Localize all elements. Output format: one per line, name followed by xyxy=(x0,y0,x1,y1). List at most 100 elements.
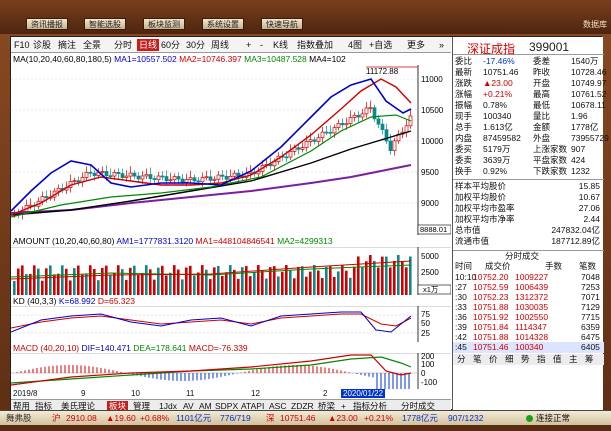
app-window: 资讯播报 智能选股 板块监测 系统设置 快速导航 数据库 F10 诊股 摘注 全… xyxy=(0,0,611,431)
menu-button-sector-monitor[interactable]: 板块监测 xyxy=(143,18,185,30)
candle-body xyxy=(176,176,181,180)
divider xyxy=(453,179,604,180)
menu-button-quick-nav[interactable]: 快速导航 xyxy=(261,18,303,30)
kd-legend-d: D=65.323 xyxy=(97,296,135,306)
toolbar-zoom-out[interactable]: - xyxy=(260,39,263,51)
toolbar-index-overlay[interactable]: 指数叠加 xyxy=(297,39,333,51)
kd-tick-75: 75 xyxy=(421,310,430,319)
volume-bar xyxy=(257,265,260,295)
candle-body xyxy=(40,196,45,202)
quote-value: 10678.11 xyxy=(571,100,606,110)
ma-legend: MA(10,20,40,60,80,180,5) MA1=10557.502 M… xyxy=(13,54,346,65)
candle-body xyxy=(216,174,221,180)
menu-button-news[interactable]: 资讯播报 xyxy=(26,18,68,30)
quote-label: 上涨家数 xyxy=(533,144,568,154)
toolbar-expand[interactable]: » xyxy=(439,39,444,51)
date-axis: 2019/8 9 10 11 12 2 2020/01/22 xyxy=(11,389,451,399)
volume-bar xyxy=(305,276,308,295)
trades-column-header: 笔数 xyxy=(579,261,597,271)
toolbar-weekly[interactable]: 周线 xyxy=(211,39,229,51)
candle-body xyxy=(308,139,313,142)
price-kline-chart[interactable]: 11172.88 11000 10500 10000 9500 9000 888… xyxy=(11,65,451,235)
toolbar-diagnose[interactable]: 诊股 xyxy=(33,39,51,51)
candle-body xyxy=(364,107,369,115)
volume-bar xyxy=(89,265,92,295)
amount-volume-chart[interactable]: 5000 2500 x1万 xyxy=(11,247,451,295)
trades-tab[interactable]: 值 xyxy=(553,354,562,365)
date-label-2: 2 xyxy=(323,389,328,398)
status-ticker-item: +0.68% xyxy=(140,413,170,423)
quote-label: 委差 xyxy=(533,56,551,66)
volume-bar xyxy=(157,267,160,295)
toolbar-60min[interactable]: 60分 xyxy=(161,39,180,51)
volume-bar xyxy=(113,273,116,295)
candle-body xyxy=(192,177,197,182)
toolbar-zoom-in[interactable]: + xyxy=(246,39,251,51)
toolbar-kline[interactable]: K线 xyxy=(273,39,288,51)
volume-bar xyxy=(173,265,176,295)
trades-tab[interactable]: 主 xyxy=(569,354,578,365)
candle-body xyxy=(72,180,77,182)
volume-bar xyxy=(333,276,336,295)
volume-bar xyxy=(65,268,68,295)
price-tick-9000: 9000 xyxy=(421,199,439,208)
toolbar-f10[interactable]: F10 xyxy=(14,39,30,51)
trades-tab[interactable]: 指 xyxy=(537,354,546,365)
trades-tab[interactable]: 势 xyxy=(521,354,530,365)
date-cursor-label: 2020/01/22 xyxy=(341,389,386,398)
macd-indicator-chart[interactable]: 200 100 0 -100 xyxy=(11,353,451,389)
toolbar-4charts[interactable]: 4图 xyxy=(348,39,362,51)
quote-label: 最低 xyxy=(533,100,551,110)
trades-tab[interactable]: 价 xyxy=(489,354,498,365)
candle-body xyxy=(328,131,333,134)
toolbar-add-watchlist[interactable]: +自选 xyxy=(369,39,392,51)
price-last-label: 8888.01 xyxy=(420,225,447,234)
candle-body xyxy=(220,174,225,177)
toolbar-30min[interactable]: 30分 xyxy=(186,39,205,51)
candle-body xyxy=(200,177,205,183)
volume-bar xyxy=(153,279,156,295)
stat-value: 2.44 xyxy=(583,214,600,224)
candle-body xyxy=(104,171,109,176)
volume-bar xyxy=(397,255,400,295)
toolbar-more[interactable]: 更多 xyxy=(407,39,425,51)
status-app-label: 舞弗股 xyxy=(6,413,32,423)
volume-bar xyxy=(217,265,220,295)
quote-value: 10728.46 xyxy=(571,67,607,77)
candle-body xyxy=(108,175,113,177)
candle-body xyxy=(56,187,61,192)
date-label-10: 10 xyxy=(131,389,140,398)
menu-button-stock-picker[interactable]: 智能选股 xyxy=(84,18,126,30)
candle-body xyxy=(180,178,185,183)
volume-bar xyxy=(289,270,292,295)
volume-bar xyxy=(77,265,80,295)
quote-label: 现手 xyxy=(455,111,473,121)
toolbar-panorama[interactable]: 全景 xyxy=(83,39,101,51)
trades-tab[interactable]: 分 xyxy=(457,354,466,365)
candle-body xyxy=(88,171,93,174)
volume-bar xyxy=(81,274,84,295)
price-tick-10000: 10000 xyxy=(421,137,444,146)
index-code: 399001 xyxy=(529,40,570,54)
ma-legend-ma2: MA2=10746.397 xyxy=(179,54,242,64)
trades-tab[interactable]: 笔 xyxy=(473,354,482,365)
trades-tab[interactable]: 细 xyxy=(505,354,514,365)
menu-button-settings[interactable]: 系统设置 xyxy=(202,18,244,30)
candle-body xyxy=(392,140,397,152)
volume-bar xyxy=(25,274,28,295)
price-tick-10500: 10500 xyxy=(421,106,444,115)
trades-tab[interactable]: 筹 xyxy=(585,354,594,365)
amount-legend-title: AMOUNT (10,20,40,60,80) xyxy=(13,236,115,246)
status-ticker-item: 907/1232 xyxy=(448,413,484,423)
volume-bar xyxy=(321,278,324,295)
trades-column-header: 成交价 xyxy=(485,261,511,271)
trades-tabs: 分笔价细势指值主筹 xyxy=(453,354,604,365)
volume-bar xyxy=(93,268,96,295)
date-label-11: 11 xyxy=(186,389,195,398)
kd-indicator-chart[interactable]: 75 50 25 xyxy=(11,306,451,342)
toolbar-intraday[interactable]: 分时 xyxy=(114,39,132,51)
stat-label: 样本平均股价 xyxy=(455,181,507,191)
toolbar-notes[interactable]: 摘注 xyxy=(58,39,76,51)
date-label-9: 9 xyxy=(81,389,86,398)
toolbar-daily[interactable]: 日线 xyxy=(137,39,160,51)
